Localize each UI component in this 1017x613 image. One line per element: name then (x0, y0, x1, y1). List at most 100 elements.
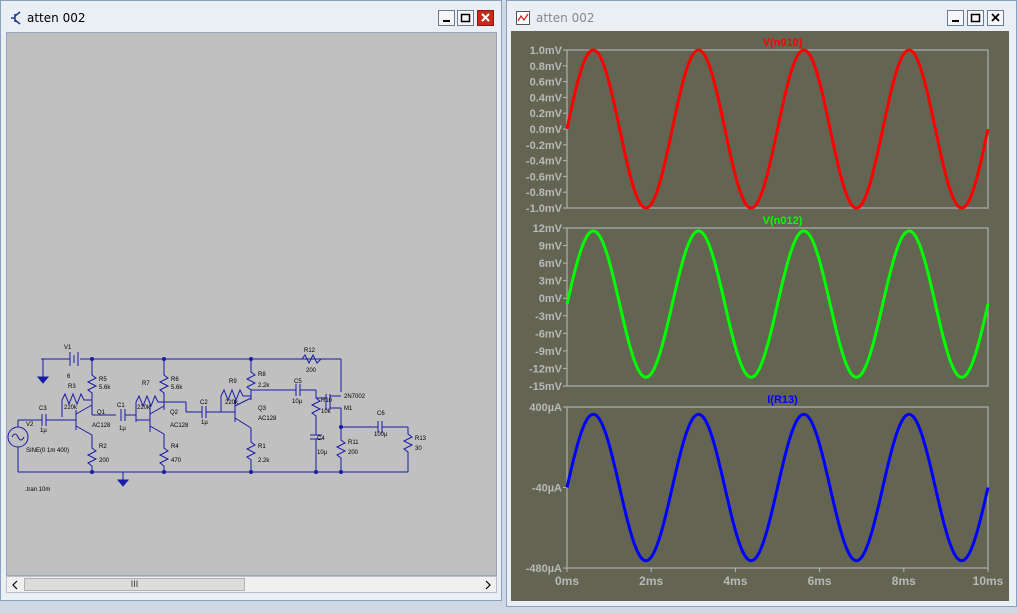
y-tick-label: -9mV (535, 346, 563, 358)
label-c5: C5 (294, 379, 302, 385)
label-r6: R6 (171, 377, 179, 383)
y-tick-label: -6mV (535, 328, 563, 340)
label-c6-val: 100µ (374, 432, 388, 438)
label-v2-val: SINE(0 1m 400) (26, 448, 69, 454)
y-tick-label: 0.4mV (530, 92, 563, 104)
label-r8-val: 2.2k (258, 383, 270, 389)
minimize-icon (952, 20, 959, 22)
label-r11-val: 200 (348, 450, 359, 456)
minimize-button[interactable] (947, 10, 964, 26)
label-r8: R8 (258, 372, 266, 378)
maximize-icon (970, 13, 981, 23)
label-r4: R4 (171, 444, 179, 450)
label-c1-val: 1µ (119, 426, 126, 432)
label-r6-val: 5.6k (171, 385, 183, 391)
scroll-left-arrow-icon[interactable] (11, 580, 19, 590)
x-tick-label: 10ms (973, 574, 1004, 588)
y-tick-label: -1.0mV (526, 203, 563, 215)
label-q1-val: AC128 (92, 423, 111, 429)
waveform-plot-area[interactable]: V(n010) 1.0mV 0.8mV 0.6mV 0.4mV 0.2mV 0.0mV -0.… (511, 31, 1009, 601)
maximize-button[interactable] (457, 10, 474, 26)
trace-v-n012- (565, 229, 990, 379)
scrollbar-thumb[interactable]: III (24, 578, 245, 591)
y-tick-label: -15mV (529, 381, 563, 393)
label-q2: Q2 (170, 410, 179, 416)
label-r13-val: 30 (415, 446, 422, 452)
label-r2-val: 200 (99, 458, 110, 464)
label-r12-val: 200 (306, 368, 317, 374)
y-tick-label: -12mV (529, 363, 563, 375)
schematic-window-title: atten 002 (27, 11, 86, 25)
label-v2: V2 (26, 422, 34, 428)
label-r10-val: 10k (321, 409, 332, 415)
label-v1: V1 (64, 345, 72, 351)
y-tick-label: 3mV (539, 276, 563, 288)
y-tick-label: -0.6mV (526, 171, 563, 183)
spice-directive: .tran 10m (25, 487, 50, 493)
close-button[interactable] (477, 10, 494, 26)
label-r1-val: 2.2k (258, 458, 270, 464)
waveform-titlebar[interactable]: atten 002 (507, 1, 1016, 32)
maximize-icon (460, 13, 471, 23)
schematic-canvas[interactable]: V1 6 R3 220k R5 5.6k C3 1µ Q1 AC128 C1 1… (6, 32, 497, 576)
trace-v-n010- (565, 48, 990, 210)
y-tick-label: -3mV (535, 311, 563, 323)
y-tick-label: 1.0mV (530, 45, 563, 57)
label-q3: Q3 (258, 406, 267, 412)
label-m1-val: 2N7002 (344, 394, 366, 400)
transistor-icon (11, 11, 21, 25)
label-r4-val: 470 (171, 458, 182, 464)
label-r5: R5 (99, 377, 107, 383)
x-tick-label: 0ms (555, 574, 579, 588)
y-tick-label: 0.2mV (530, 108, 563, 120)
label-r9-val: 220k (225, 400, 239, 406)
maximize-button[interactable] (967, 10, 984, 26)
label-r1: R1 (258, 444, 266, 450)
label-v1-val: 6 (67, 374, 71, 380)
y-tick-label: 0.6mV (530, 77, 563, 89)
label-r9: R9 (229, 379, 237, 385)
schematic-drawing: V1 6 R3 220k R5 5.6k C3 1µ Q1 AC128 C1 1… (7, 345, 427, 493)
x-tick-label: 4ms (723, 574, 747, 588)
minimize-icon (443, 20, 450, 22)
label-r10: R10 (321, 398, 333, 404)
minimize-button[interactable] (438, 10, 455, 26)
label-r5-val: 5.6k (99, 385, 111, 391)
schematic-window: atten 002 V1 6 R3 220k R5 5.6k C3 1µ Q1 … (0, 0, 502, 601)
label-c1: C1 (117, 403, 125, 409)
y-tick-label: -0.8mV (526, 187, 563, 199)
label-q1: Q1 (97, 410, 106, 416)
label-r12: R12 (304, 348, 316, 354)
label-r7-val: 220k (137, 405, 151, 411)
horizontal-scrollbar[interactable]: III (6, 576, 497, 593)
y-tick-label: 6mV (539, 258, 563, 270)
x-tick-label: 2ms (639, 574, 663, 588)
label-c2: C2 (200, 400, 208, 406)
y-tick-label: 400µA (529, 402, 562, 414)
label-c3-val: 1µ (40, 428, 47, 434)
close-icon (481, 13, 490, 22)
plot-title: V(n010) (763, 37, 803, 49)
scroll-right-arrow-icon[interactable] (484, 580, 492, 590)
waveform-window-title: atten 002 (536, 11, 595, 25)
y-tick-label: 0.8mV (530, 61, 563, 73)
schematic-titlebar[interactable]: atten 002 (1, 1, 501, 32)
y-tick-label: 12mV (533, 223, 563, 235)
label-c3: C3 (39, 406, 47, 412)
y-tick-label: 0.0mV (530, 124, 563, 136)
x-tick-label: 8ms (892, 574, 916, 588)
y-tick-label: -0.4mV (526, 156, 563, 168)
waveform-icon (516, 11, 530, 25)
scrollbar-grip: III (130, 579, 139, 589)
label-c4-val: 10µ (317, 450, 328, 456)
label-r2: R2 (99, 444, 107, 450)
y-tick-label: 9mV (539, 241, 563, 253)
close-button[interactable] (987, 10, 1004, 26)
waveform-plots: V(n010) 1.0mV 0.8mV 0.6mV 0.4mV 0.2mV 0.0mV -0.… (526, 37, 1004, 588)
label-r7: R7 (142, 381, 150, 387)
label-c2-val: 1µ (201, 420, 208, 426)
label-q3-val: AC128 (258, 416, 277, 422)
label-r3-val: 220k (64, 405, 78, 411)
y-tick-label: -0.2mV (526, 140, 563, 152)
label-r13: R13 (415, 436, 427, 442)
